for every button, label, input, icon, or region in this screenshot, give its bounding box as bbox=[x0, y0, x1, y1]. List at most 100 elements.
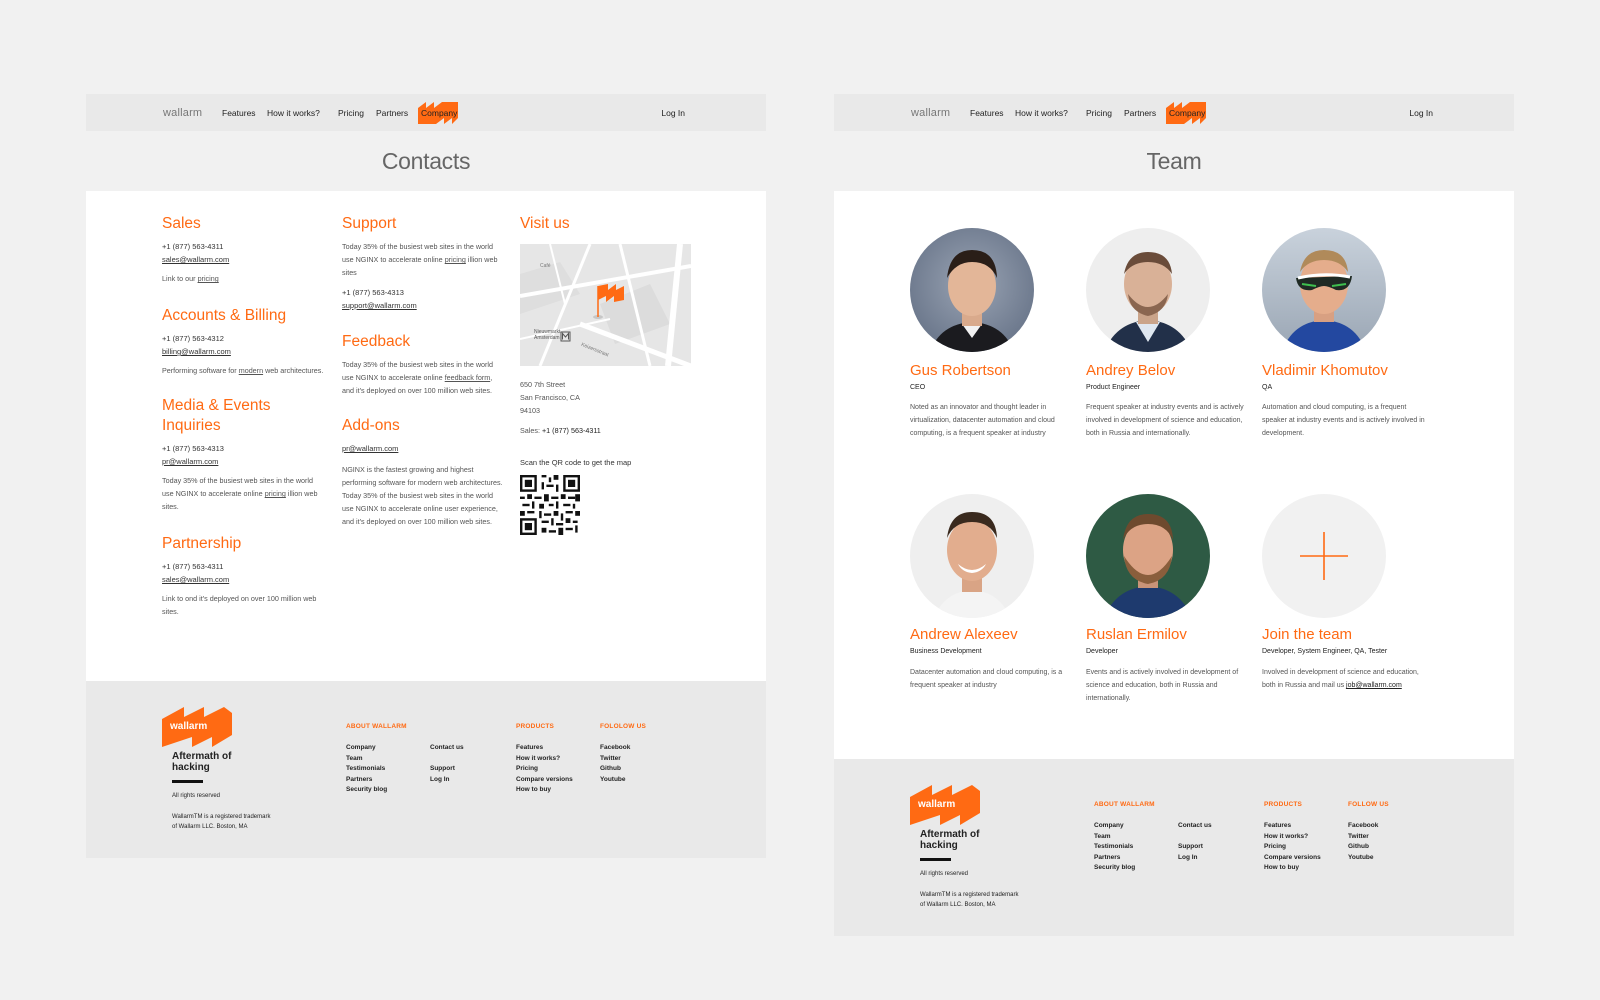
member-desc: Events and is actively involved in devel… bbox=[1086, 669, 1239, 702]
footer-link-contact-us[interactable]: Contact us bbox=[430, 743, 464, 754]
member-role: Developer bbox=[1086, 648, 1118, 655]
feedback-form-link[interactable]: feedback form bbox=[445, 373, 491, 382]
media-text-3: sites. bbox=[162, 502, 179, 511]
footer-link-support[interactable]: Support bbox=[430, 764, 455, 775]
wallarm-badge-logo[interactable] bbox=[162, 707, 232, 747]
footer-link-features[interactable]: Features bbox=[516, 743, 543, 754]
footer-trademark-2: of Wallarm LLC. Boston, MA bbox=[172, 824, 248, 830]
media-email-link[interactable]: pr@wallarm.com bbox=[162, 455, 218, 468]
footer-link-how-to-buy[interactable]: How to buy bbox=[1264, 863, 1299, 874]
footer-link-youtube[interactable]: Youtube bbox=[1348, 853, 1374, 864]
footer-link-team[interactable]: Team bbox=[1094, 832, 1111, 843]
avatar-ruslan-ermilov bbox=[1086, 494, 1210, 618]
location-map[interactable]: Café Nieuwmarkt Amsterdam Keizersstraat bbox=[520, 244, 691, 366]
wallarm-logo[interactable]: wallarm bbox=[163, 107, 202, 119]
plus-icon bbox=[1300, 532, 1348, 580]
footer-link-how-to-buy[interactable]: How to buy bbox=[516, 785, 551, 796]
login-link[interactable]: Log In bbox=[1409, 108, 1433, 118]
footer-link-partners[interactable]: Partners bbox=[346, 775, 372, 786]
avatar-andrey-belov bbox=[1086, 228, 1210, 352]
member-name[interactable]: Andrew Alexeev bbox=[910, 626, 1018, 644]
sales-text: Link to our pricing bbox=[162, 274, 219, 283]
member-name[interactable]: Ruslan Ermilov bbox=[1086, 626, 1187, 644]
footer-link-login[interactable]: Log In bbox=[1178, 853, 1198, 864]
media-heading-line1: Media & Events bbox=[162, 397, 271, 414]
nav-how-it-works[interactable]: How it works? bbox=[267, 108, 320, 118]
join-team-button[interactable] bbox=[1262, 494, 1386, 618]
footer-link-support[interactable]: Support bbox=[1178, 842, 1203, 853]
footer-link-github[interactable]: Github bbox=[600, 764, 621, 775]
footer-link-pricing[interactable]: Pricing bbox=[1264, 842, 1286, 853]
visit-sales: Sales: +1 (877) 563-4311 bbox=[520, 426, 601, 435]
member-name[interactable]: Gus Robertson bbox=[910, 362, 1011, 380]
footer-link-team[interactable]: Team bbox=[346, 754, 363, 765]
footer-trademark-1: WallarmTM is a registered trademark bbox=[920, 892, 1019, 898]
footer-link-partners[interactable]: Partners bbox=[1094, 853, 1120, 864]
footer-link-company[interactable]: Company bbox=[346, 743, 376, 754]
nav-pricing[interactable]: Pricing bbox=[1086, 108, 1112, 118]
modern-link[interactable]: modern bbox=[239, 366, 263, 375]
footer-link-features[interactable]: Features bbox=[1264, 821, 1291, 832]
footer-link-twitter[interactable]: Twitter bbox=[600, 754, 621, 765]
footer-tagline: Aftermath of hacking bbox=[172, 751, 232, 773]
feedback-text-3: and it's deployed on over 100 million we… bbox=[342, 386, 493, 395]
support-email-link[interactable]: support@wallarm.com bbox=[342, 299, 417, 312]
nav-partners[interactable]: Partners bbox=[376, 108, 408, 118]
member-name[interactable]: Andrey Belov bbox=[1086, 362, 1175, 380]
addons-email-link[interactable]: pr@wallarm.com bbox=[342, 442, 398, 455]
footer-link-github[interactable]: Github bbox=[1348, 842, 1369, 853]
nav-features[interactable]: Features bbox=[970, 108, 1004, 118]
footer-link-how-it-works[interactable]: How it works? bbox=[1264, 832, 1308, 843]
footer-link-contact-us[interactable]: Contact us bbox=[1178, 821, 1212, 832]
map-label-amsterdam: Amsterdam bbox=[534, 335, 560, 341]
media-text-1: Today 35% of the busiest web sites in th… bbox=[162, 476, 314, 485]
qr-code-icon[interactable] bbox=[520, 475, 580, 535]
footer-link-company[interactable]: Company bbox=[1094, 821, 1124, 832]
footer-link-login[interactable]: Log In bbox=[430, 775, 450, 786]
login-link[interactable]: Log In bbox=[661, 108, 685, 118]
footer-link-security-blog[interactable]: Security blog bbox=[346, 785, 387, 796]
footer-divider bbox=[172, 780, 203, 783]
join-team-title[interactable]: Join the team bbox=[1262, 626, 1352, 644]
person-photo-icon bbox=[930, 250, 1014, 352]
footer-link-youtube[interactable]: Youtube bbox=[600, 775, 626, 786]
footer-link-how-it-works[interactable]: How it works? bbox=[516, 754, 560, 765]
member-desc: Frequent speaker at industry events and … bbox=[1086, 404, 1244, 437]
partnership-email-link[interactable]: sales@wallarm.com bbox=[162, 573, 229, 586]
nav-how-it-works[interactable]: How it works? bbox=[1015, 108, 1068, 118]
nav-pricing[interactable]: Pricing bbox=[338, 108, 364, 118]
job-email-link[interactable]: job@wallarm.com bbox=[1346, 682, 1402, 689]
addons-text-5: and it's deployed on over 100 million we… bbox=[342, 517, 493, 526]
member-name[interactable]: Vladimir Khomutov bbox=[1262, 362, 1388, 380]
footer-link-compare-versions[interactable]: Compare versions bbox=[1264, 853, 1321, 864]
wallarm-badge-logo[interactable] bbox=[910, 785, 980, 825]
footer-link-testimonials[interactable]: Testimonials bbox=[1094, 842, 1133, 853]
nav-partners[interactable]: Partners bbox=[1124, 108, 1156, 118]
sales-phone: +1 (877) 563-4311 bbox=[162, 242, 224, 251]
pricing-link[interactable]: pricing bbox=[198, 274, 219, 283]
footer-link-compare-versions[interactable]: Compare versions bbox=[516, 775, 573, 786]
nav-features[interactable]: Features bbox=[222, 108, 256, 118]
footer-link-facebook[interactable]: Facebook bbox=[600, 743, 630, 754]
support-text-1: Today 35% of the busiest web sites in th… bbox=[342, 242, 494, 251]
join-team-desc: Involved in development of science and e… bbox=[1262, 669, 1419, 689]
billing-email-link[interactable]: billing@wallarm.com bbox=[162, 345, 231, 358]
footer-follow-heading: FOLOLOW US bbox=[600, 723, 647, 730]
footer-link-security-blog[interactable]: Security blog bbox=[1094, 863, 1135, 874]
qr-caption: Scan the QR code to get the map bbox=[520, 458, 632, 467]
nav-company[interactable]: Company bbox=[1169, 108, 1205, 118]
footer-about-heading: ABOUT WALLARM bbox=[1094, 801, 1155, 808]
footer-link-twitter[interactable]: Twitter bbox=[1348, 832, 1369, 843]
nav-company[interactable]: Company bbox=[421, 108, 457, 118]
addons-text-4: use NGINX to accelerate online user expe… bbox=[342, 504, 498, 513]
sales-email-link[interactable]: sales@wallarm.com bbox=[162, 253, 229, 266]
member-desc: Datacenter automation and cloud computin… bbox=[910, 669, 1063, 689]
pricing-link[interactable]: pricing bbox=[445, 255, 466, 264]
wallarm-logo[interactable]: wallarm bbox=[911, 107, 950, 119]
top-nav: wallarm Features How it works? Pricing P… bbox=[86, 94, 766, 131]
pricing-link[interactable]: pricing bbox=[265, 489, 286, 498]
footer-link-testimonials[interactable]: Testimonials bbox=[346, 764, 385, 775]
footer-link-facebook[interactable]: Facebook bbox=[1348, 821, 1378, 832]
footer-link-pricing[interactable]: Pricing bbox=[516, 764, 538, 775]
footer-follow-heading: FOLLOW US bbox=[1348, 801, 1389, 808]
